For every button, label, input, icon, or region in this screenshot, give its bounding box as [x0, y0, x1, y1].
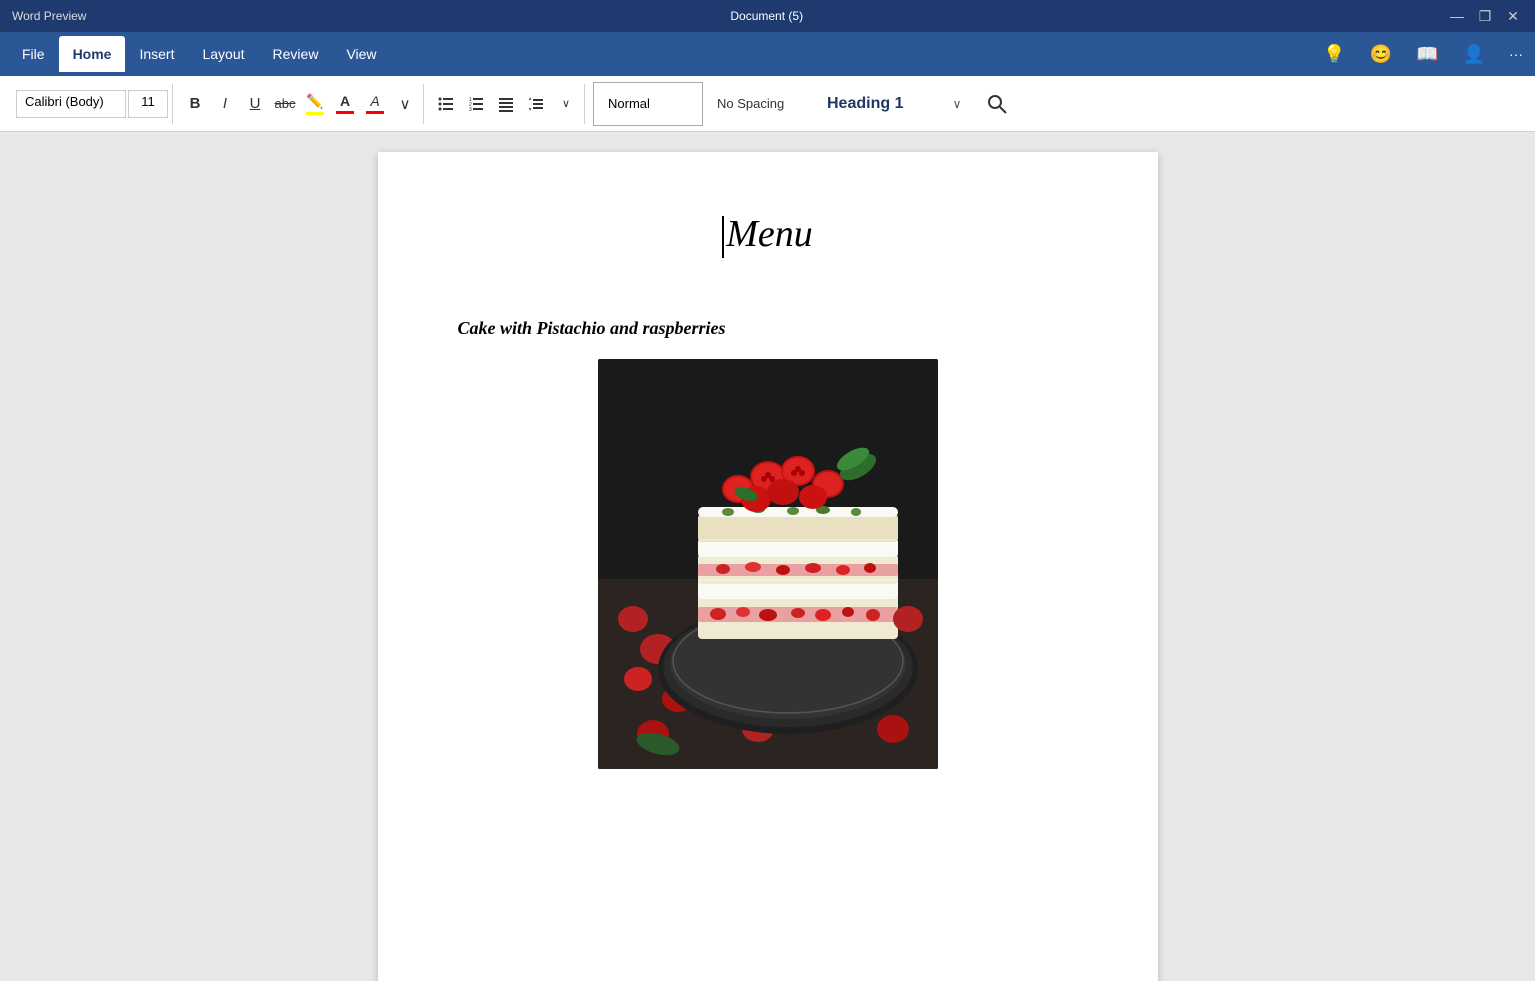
- menu-view[interactable]: View: [332, 36, 390, 72]
- menu-home[interactable]: Home: [59, 36, 126, 72]
- menu-layout[interactable]: Layout: [188, 36, 258, 72]
- font-color-label: A: [340, 93, 350, 109]
- title-bar-app-name: Word Preview: [12, 9, 86, 23]
- styles-group: Normal No Spacing Heading 1 ∨: [589, 84, 975, 124]
- more-icon[interactable]: ···: [1505, 42, 1527, 66]
- minimize-button[interactable]: —: [1447, 8, 1467, 25]
- underline-button[interactable]: U: [241, 90, 269, 118]
- document-page: Menu Cake with Pistachio and raspberries: [378, 152, 1158, 981]
- font-color-wrap: A: [336, 93, 354, 114]
- svg-text:3: 3: [469, 107, 472, 112]
- close-button[interactable]: ✕: [1503, 8, 1523, 25]
- font-color2-bar: [366, 111, 384, 114]
- styles-dropdown[interactable]: ∨: [943, 82, 971, 126]
- maximize-button[interactable]: ❐: [1475, 8, 1495, 25]
- font-color2-wrap: A: [366, 93, 384, 114]
- text-cursor: [722, 216, 724, 258]
- font-color-bar: [336, 111, 354, 114]
- format-dropdown[interactable]: ∨: [391, 90, 419, 118]
- font-size-input[interactable]: 11: [128, 90, 168, 118]
- numbered-list-icon: 123: [468, 96, 484, 112]
- format-group: B I U abc ✏️ A A: [177, 84, 424, 124]
- cake-illustration: [598, 359, 938, 769]
- menu-insert[interactable]: Insert: [125, 36, 188, 72]
- underline-container: U: [250, 95, 261, 112]
- font-color2-label: A: [370, 93, 379, 109]
- bold-button[interactable]: B: [181, 90, 209, 118]
- underline-label: U: [250, 95, 261, 112]
- search-button[interactable]: [979, 82, 1015, 126]
- numbered-list-button[interactable]: 123: [462, 90, 490, 118]
- line-spacing-button[interactable]: [522, 90, 550, 118]
- style-heading1[interactable]: Heading 1: [813, 82, 943, 126]
- title-bar: Word Preview Document (5) — ❐ ✕: [0, 0, 1535, 32]
- document-subtitle: Cake with Pistachio and raspberries: [458, 318, 1078, 339]
- italic-button[interactable]: I: [211, 90, 239, 118]
- document-title: Menu: [458, 212, 1078, 258]
- highlight-wrap: ✏️: [306, 93, 324, 115]
- menu-review[interactable]: Review: [259, 36, 333, 72]
- line-spacing-icon: [528, 96, 544, 112]
- title-bar-title: Document (5): [86, 9, 1447, 23]
- menu-bar: File Home Insert Layout Review View 💡 😊 …: [0, 32, 1535, 76]
- highlight-color-bar: [306, 112, 324, 115]
- align-icon: [498, 96, 514, 112]
- highlight-button[interactable]: ✏️: [301, 90, 329, 118]
- strikethrough-label: abc: [275, 96, 296, 111]
- bullet-list-icon: [438, 96, 454, 112]
- font-color2-button[interactable]: A: [361, 90, 389, 118]
- font-group: Calibri (Body) 11: [12, 84, 173, 124]
- document-image-container: [458, 359, 1078, 769]
- align-button[interactable]: [492, 90, 520, 118]
- book-icon[interactable]: 📖: [1412, 40, 1442, 69]
- style-no-spacing[interactable]: No Spacing: [703, 82, 813, 126]
- cake-image: [598, 359, 938, 769]
- style-normal[interactable]: Normal: [593, 82, 703, 126]
- strikethrough-button[interactable]: abc: [271, 90, 299, 118]
- search-icon: [986, 93, 1008, 115]
- lightbulb-icon[interactable]: 💡: [1319, 40, 1349, 69]
- emoji-icon[interactable]: 😊: [1366, 40, 1396, 69]
- document-area[interactable]: Menu Cake with Pistachio and raspberries: [0, 132, 1535, 981]
- bullet-list-button[interactable]: [432, 90, 460, 118]
- menu-bar-right: 💡 😊 📖 👤 ···: [1319, 40, 1527, 69]
- title-bar-controls: — ❐ ✕: [1447, 8, 1523, 25]
- paragraph-dropdown[interactable]: ∨: [552, 90, 580, 118]
- toolbar: Calibri (Body) 11 B I U abc ✏️ A: [0, 76, 1535, 132]
- user-icon[interactable]: 👤: [1459, 40, 1489, 69]
- highlight-icon: ✏️: [306, 93, 323, 110]
- font-color-button[interactable]: A: [331, 90, 359, 118]
- menu-file[interactable]: File: [8, 36, 59, 72]
- font-name-dropdown[interactable]: Calibri (Body): [16, 90, 126, 118]
- paragraph-group: 123 ∨: [428, 84, 585, 124]
